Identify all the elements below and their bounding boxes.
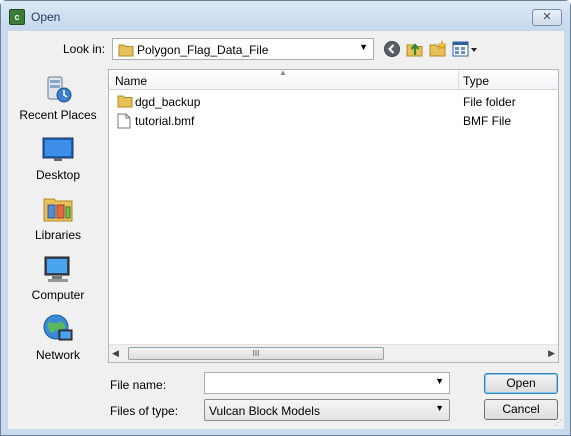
look-in-value: Polygon_Flag_Data_File: [137, 43, 269, 57]
column-type[interactable]: Type: [463, 74, 489, 88]
column-header: ▲ Name Type: [109, 68, 558, 90]
places-bar: Recent Places Desktop Libraries Computer…: [8, 69, 108, 369]
folder-icon: [117, 95, 133, 108]
chevron-down-icon: ▼: [359, 42, 368, 52]
file-icon: [117, 113, 131, 129]
look-in-label: Look in:: [63, 42, 106, 56]
column-name[interactable]: Name: [115, 74, 147, 88]
window-title: Open: [31, 10, 61, 24]
place-network[interactable]: Network: [8, 309, 108, 369]
scrollbar-thumb[interactable]: III: [128, 347, 384, 360]
column-divider[interactable]: [458, 70, 459, 90]
scroll-right-icon[interactable]: ▶: [548, 348, 555, 359]
file-type: File folder: [463, 95, 516, 109]
scroll-left-icon[interactable]: ◀: [112, 348, 119, 359]
chevron-down-icon: ▼: [435, 403, 444, 413]
file-type: BMF File: [463, 114, 511, 128]
file-name-label: File name:: [110, 378, 167, 392]
place-label: Desktop: [35, 168, 81, 182]
file-name: tutorial.bmf: [135, 114, 195, 128]
files-of-type-label: Files of type:: [110, 404, 179, 418]
dialog-body: Look in: Polygon_Flag_Data_File ▼ Recent…: [8, 31, 564, 429]
back-icon[interactable]: [383, 40, 401, 58]
place-computer[interactable]: Computer: [8, 249, 108, 309]
files-of-type-dropdown[interactable]: Vulcan Block Models ▼: [204, 399, 450, 421]
desktop-icon: [42, 137, 74, 161]
open-dialog: c Open ✕ Look in: Polygon_Flag_Data_File…: [0, 0, 571, 436]
new-folder-icon[interactable]: [429, 40, 447, 58]
view-menu-icon[interactable]: [452, 40, 478, 58]
file-list[interactable]: ▲ Name Type dgd_backup File folder tutor…: [108, 68, 559, 363]
open-button[interactable]: Open: [484, 373, 558, 394]
horizontal-scrollbar[interactable]: ◀ III ▶: [109, 344, 558, 362]
list-item[interactable]: dgd_backup File folder: [109, 92, 558, 111]
files-of-type-value: Vulcan Block Models: [209, 404, 320, 418]
place-label: Computer: [31, 288, 85, 302]
up-folder-icon[interactable]: [406, 40, 424, 58]
network-icon: [43, 314, 73, 341]
list-item[interactable]: tutorial.bmf BMF File: [109, 111, 558, 130]
libraries-icon: [43, 198, 73, 222]
app-icon: c: [9, 9, 25, 25]
cancel-button[interactable]: Cancel: [484, 399, 558, 420]
place-label: Libraries: [34, 228, 82, 242]
computer-icon: [44, 256, 70, 282]
place-libraries[interactable]: Libraries: [8, 189, 108, 249]
file-name-input[interactable]: ▼: [204, 372, 450, 394]
place-label: Recent Places: [19, 108, 97, 122]
place-label: Network: [35, 348, 80, 362]
close-button[interactable]: ✕: [532, 9, 562, 26]
chevron-down-icon[interactable]: ▼: [435, 376, 444, 386]
resize-grip-icon[interactable]: ⋰: [554, 418, 562, 427]
title-bar[interactable]: c Open ✕: [1, 1, 570, 31]
file-name: dgd_backup: [135, 95, 201, 109]
place-desktop[interactable]: Desktop: [8, 129, 108, 189]
place-recent-places[interactable]: Recent Places: [8, 69, 108, 129]
sort-ascending-icon: ▲: [279, 68, 287, 77]
recent-places-icon: [47, 76, 72, 103]
look-in-dropdown[interactable]: Polygon_Flag_Data_File ▼: [112, 38, 374, 60]
folder-icon: [118, 44, 134, 57]
